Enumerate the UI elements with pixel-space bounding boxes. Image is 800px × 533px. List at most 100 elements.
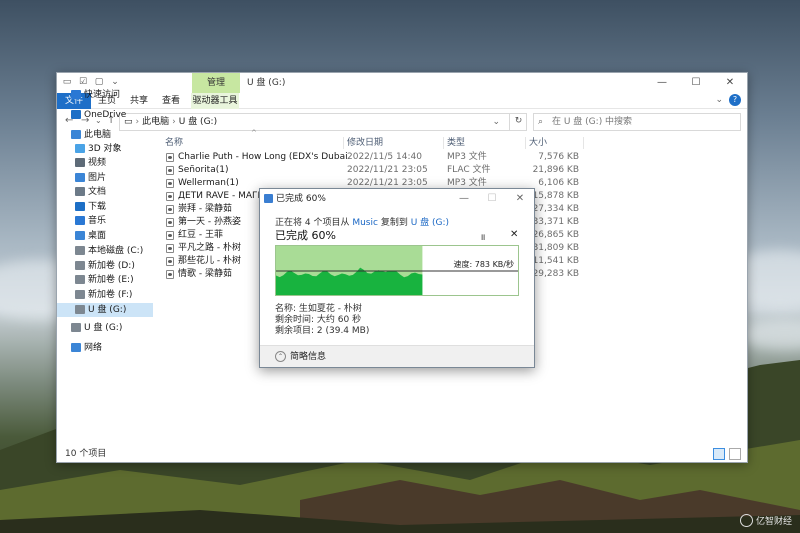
cube-icon bbox=[75, 144, 85, 153]
file-size: 26,865 KB bbox=[532, 230, 579, 240]
sidebar-item-label: 3D 对象 bbox=[88, 144, 122, 154]
cancel-button[interactable]: ✕ bbox=[510, 229, 518, 240]
sidebar-item[interactable]: U 盘 (G:) bbox=[57, 303, 153, 317]
item-count: 10 个项目 bbox=[65, 449, 107, 459]
file-size: 7,576 KB bbox=[538, 152, 579, 162]
tab-drive-tools[interactable]: 驱动器工具 bbox=[191, 93, 239, 109]
ribbon-tabs: 文件 主页 共享 查看 驱动器工具 ⌄ ? bbox=[57, 93, 747, 109]
audio-file-icon bbox=[166, 231, 174, 240]
refresh-button[interactable]: ↻ bbox=[509, 113, 527, 131]
sidebar-item-label: 桌面 bbox=[88, 231, 107, 241]
file-size: 6,106 KB bbox=[538, 178, 579, 188]
dialog-maximize-button: ☐ bbox=[487, 193, 497, 204]
navigation-bar: ← → ⌄ ↑ ▭ › 此电脑 › U 盘 (G:) ⌄ ↻ ⌕ 在 U 盘 (G:) … bbox=[57, 109, 747, 135]
column-divider[interactable] bbox=[443, 137, 444, 149]
column-divider[interactable] bbox=[525, 137, 526, 149]
breadcrumb-current[interactable]: U 盘 (G:) bbox=[179, 117, 217, 127]
sidebar-item[interactable]: OneDrive bbox=[57, 108, 153, 122]
dialog-body: 正在将 4 个项目从 Music 复制到 U 盘 (G:) 已完成 60% ॥ … bbox=[260, 209, 534, 347]
transfer-speed: 速度: 783 KB/秒 bbox=[453, 260, 514, 269]
column-header-name[interactable]: 名称 bbox=[165, 135, 183, 151]
file-size: 29,283 KB bbox=[532, 269, 579, 279]
document-icon bbox=[75, 187, 85, 196]
new-folder-icon[interactable]: ▢ bbox=[93, 76, 105, 88]
audio-file-icon bbox=[166, 218, 174, 227]
speed-graph-svg bbox=[276, 246, 518, 295]
column-header-type[interactable]: 类型 bbox=[447, 135, 465, 151]
tab-manage[interactable]: 管理 bbox=[192, 73, 240, 93]
pause-button[interactable]: ॥ bbox=[480, 230, 485, 243]
sidebar-item[interactable]: 3D 对象 bbox=[57, 142, 153, 156]
watermark-logo-icon bbox=[739, 514, 753, 527]
fewer-details-button[interactable]: 简略信息 bbox=[290, 346, 326, 368]
sort-arrow-icon: ^ bbox=[251, 129, 257, 137]
sidebar-item[interactable]: U 盘 (G:) bbox=[57, 321, 153, 335]
chevron-down-icon[interactable]: ⌄ bbox=[715, 95, 723, 105]
table-row[interactable]: Charlie Puth - How Long (EDX's Dubai Sky… bbox=[163, 151, 583, 164]
column-divider[interactable] bbox=[583, 137, 584, 149]
search-input[interactable]: ⌕ 在 U 盘 (G:) 中搜索 bbox=[533, 113, 741, 131]
file-size: 11,541 KB bbox=[532, 256, 579, 266]
file-size: 33,371 KB bbox=[532, 217, 579, 227]
sidebar-item[interactable]: 新加卷 (F:) bbox=[57, 288, 153, 302]
star-icon bbox=[71, 90, 81, 99]
large-icons-view-icon[interactable] bbox=[729, 448, 741, 460]
file-date: 2022/11/5 14:40 bbox=[347, 152, 422, 162]
sidebar-item[interactable]: 桌面 bbox=[57, 229, 153, 243]
drive-icon bbox=[75, 290, 85, 299]
navigation-pane: 快速访问 OneDrive 此电脑 3D 对象视频图片文档 下载音乐桌面本地磁盘 (C:… bbox=[57, 90, 153, 447]
sidebar-item[interactable]: 网络 bbox=[57, 341, 153, 355]
drive-icon bbox=[75, 275, 85, 284]
source-folder-link[interactable]: Music bbox=[352, 218, 378, 228]
column-headers: ^ 名称 修改日期 类型 大小 bbox=[163, 129, 743, 151]
cloud-icon bbox=[71, 110, 81, 119]
sidebar-item[interactable]: 文档 bbox=[57, 185, 153, 199]
sidebar-item[interactable]: 新加卷 (E:) bbox=[57, 273, 153, 287]
window-title: U 盘 (G:) bbox=[247, 78, 286, 88]
close-button[interactable]: ✕ bbox=[713, 73, 747, 93]
sidebar-item[interactable]: 快速访问 bbox=[57, 88, 153, 102]
sidebar-item[interactable]: 本地磁盘 (C:) bbox=[57, 244, 153, 258]
chevron-down-icon[interactable]: ⌄ bbox=[109, 76, 121, 88]
sidebar-item-label: 快速访问 bbox=[84, 90, 121, 100]
column-divider[interactable] bbox=[343, 137, 344, 149]
destination-folder-link[interactable]: U 盘 (G:) bbox=[411, 218, 449, 228]
table-row[interactable]: Señorita(1) 2022/11/21 23:05 FLAC 文件 21,896… bbox=[163, 164, 583, 177]
details-view-icon[interactable] bbox=[713, 448, 725, 460]
transfer-speed-graph: 速度: 783 KB/秒 bbox=[275, 245, 519, 296]
chevron-up-icon[interactable]: ⌃ bbox=[275, 351, 286, 362]
search-placeholder: 在 U 盘 (G:) 中搜索 bbox=[552, 117, 633, 127]
sidebar-item-label: 音乐 bbox=[88, 216, 107, 226]
sidebar-item[interactable]: 下载 bbox=[57, 200, 153, 214]
dialog-title: 已完成 60% bbox=[276, 194, 326, 204]
column-header-size[interactable]: 大小 bbox=[529, 135, 547, 151]
usb-drive-icon bbox=[75, 305, 85, 314]
tab-view[interactable]: 查看 bbox=[157, 93, 185, 109]
dialog-footer: ⌃ 简略信息 bbox=[260, 345, 534, 367]
folder-icon[interactable]: ▭ bbox=[61, 76, 73, 88]
sidebar-item-label: 图片 bbox=[88, 173, 107, 183]
audio-file-icon bbox=[166, 179, 174, 188]
maximize-button[interactable]: ☐ bbox=[679, 73, 713, 93]
column-header-date[interactable]: 修改日期 bbox=[347, 135, 383, 151]
sidebar-item[interactable]: 音乐 bbox=[57, 214, 153, 228]
file-date: 2022/11/21 23:05 bbox=[347, 165, 428, 175]
minimize-button[interactable]: — bbox=[645, 73, 679, 93]
download-icon bbox=[75, 202, 85, 211]
dialog-close-button[interactable]: ✕ bbox=[506, 189, 534, 209]
network-icon bbox=[71, 343, 81, 352]
chevron-down-icon[interactable]: ⌄ bbox=[492, 114, 500, 130]
dialog-minimize-button[interactable]: — bbox=[450, 189, 478, 209]
desktop-icon bbox=[75, 231, 85, 240]
properties-icon[interactable]: ☑ bbox=[77, 76, 89, 88]
address-bar[interactable]: ▭ › 此电脑 › U 盘 (G:) ⌄ bbox=[119, 113, 527, 131]
audio-file-icon bbox=[166, 257, 174, 266]
help-icon[interactable]: ? bbox=[729, 94, 741, 106]
sidebar-item[interactable]: 此电脑 bbox=[57, 128, 153, 142]
sidebar-item[interactable]: 图片 bbox=[57, 171, 153, 185]
sidebar-item[interactable]: 视频 bbox=[57, 156, 153, 170]
sidebar-item[interactable]: 新加卷 (D:) bbox=[57, 259, 153, 273]
copy-icon bbox=[264, 194, 273, 203]
audio-file-icon bbox=[166, 270, 174, 279]
video-icon bbox=[75, 158, 85, 167]
